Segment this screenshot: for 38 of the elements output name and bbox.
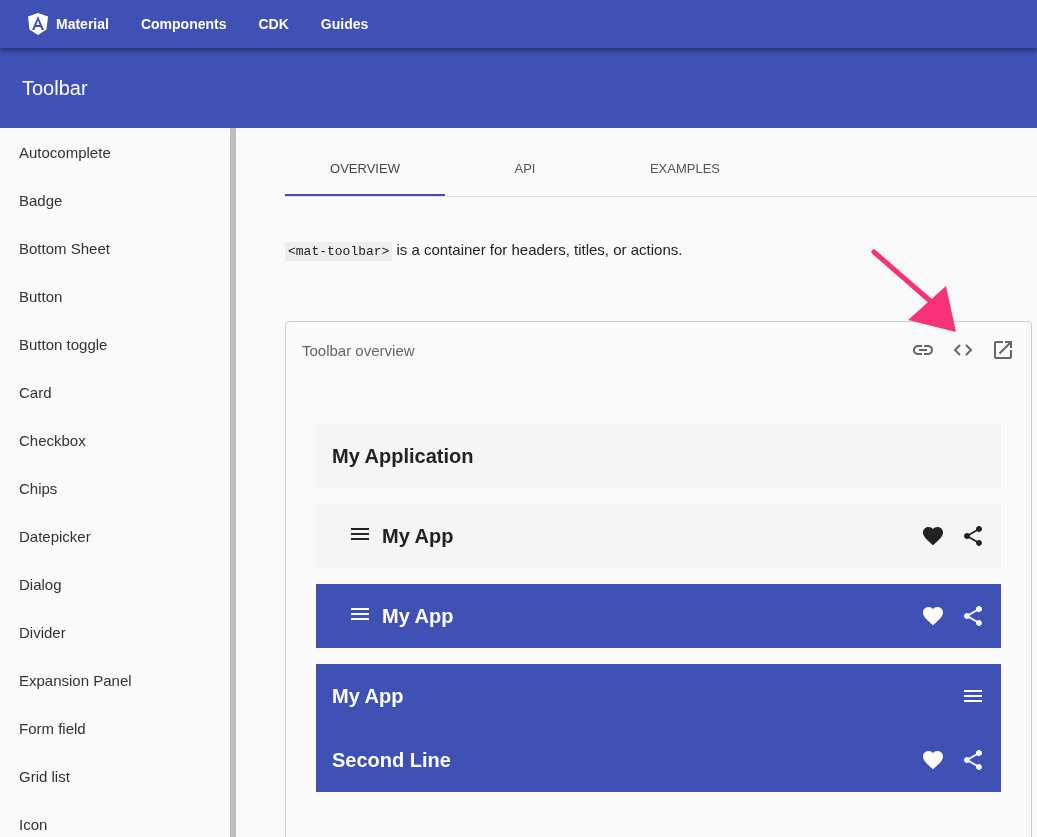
toolbar-title: Second Line [332, 748, 452, 772]
sidebar-item[interactable]: Form field [0, 704, 230, 752]
page-title: Toolbar [22, 76, 88, 100]
sidebar-item[interactable]: Icon [0, 800, 230, 837]
toolbar-title: My Application [332, 444, 475, 468]
description-text: <mat-toolbar> is a container for headers, titles, or actions. [285, 241, 1037, 259]
share-icon[interactable] [961, 748, 985, 772]
open-in-new-icon[interactable] [991, 338, 1015, 362]
share-icon[interactable] [961, 524, 985, 548]
nav-link[interactable]: Components [140, 16, 227, 32]
sidebar-item[interactable]: Autocomplete [0, 128, 230, 176]
sidebar-item[interactable]: Divider [0, 608, 230, 656]
sidebar-item[interactable]: Bottom Sheet [0, 224, 230, 272]
logo-link[interactable]: Material [28, 13, 109, 35]
tab[interactable]: EXAMPLES [605, 128, 765, 196]
heart-icon[interactable] [921, 524, 945, 548]
nav-link[interactable]: Guides [320, 16, 369, 32]
share-icon[interactable] [961, 604, 985, 628]
heart-icon[interactable] [921, 604, 945, 628]
nav-link[interactable]: CDK [258, 16, 289, 32]
sidebar-item[interactable]: Button [0, 272, 230, 320]
tab[interactable]: API [445, 128, 605, 196]
heart-icon[interactable] [921, 748, 945, 772]
sidebar-item[interactable]: Badge [0, 176, 230, 224]
sidebar-item[interactable]: Card [0, 368, 230, 416]
sidebar-item[interactable]: Grid list [0, 752, 230, 800]
toolbar-title: My App [332, 684, 405, 708]
toolbar-title: My App [382, 604, 455, 628]
shield-logo-icon [28, 13, 48, 35]
sidebar-item[interactable]: Chips [0, 464, 230, 512]
toolbar-title: My App [382, 524, 455, 548]
sidebar-item[interactable]: Checkbox [0, 416, 230, 464]
example-title: Toolbar overview [302, 341, 416, 359]
sidebar-item[interactable]: Datepicker [0, 512, 230, 560]
tab[interactable]: OVERVIEW [285, 128, 445, 196]
sidebar-item[interactable]: Dialog [0, 560, 230, 608]
sidebar-item[interactable]: Button toggle [0, 320, 230, 368]
sidebar-item[interactable]: Expansion Panel [0, 656, 230, 704]
